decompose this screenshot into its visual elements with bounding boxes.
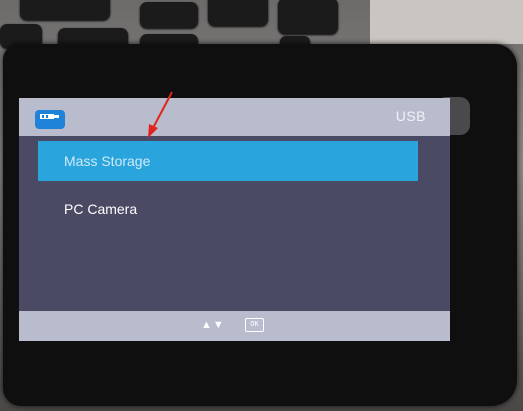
device-screen: USB Mass Storage PC Camera ▲▼ OK [19, 98, 450, 341]
paper-sheet [370, 0, 523, 44]
usb-icon [35, 110, 65, 129]
screen-footer: ▲▼ OK [19, 311, 450, 341]
keyboard-key [278, 0, 338, 34]
screen-title: USB [395, 108, 426, 124]
menu-item-pc-camera[interactable]: PC Camera [38, 189, 418, 229]
up-down-arrows-icon: ▲▼ [201, 319, 225, 331]
keyboard-key [20, 0, 110, 20]
ok-key-icon: OK [245, 318, 264, 332]
screen-header: USB [19, 98, 450, 136]
keyboard-key [140, 2, 198, 28]
menu-item-mass-storage[interactable]: Mass Storage [38, 141, 418, 181]
keyboard-key [208, 0, 268, 26]
